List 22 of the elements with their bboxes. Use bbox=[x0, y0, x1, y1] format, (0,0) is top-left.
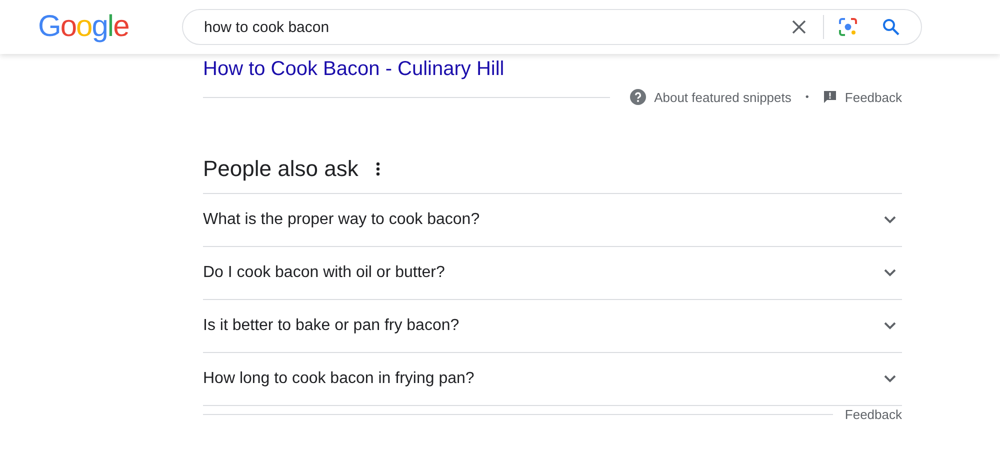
question-item[interactable]: How long to cook bacon in frying pan? bbox=[203, 353, 902, 406]
camera-icon[interactable] bbox=[838, 17, 858, 37]
search-field[interactable]: how to cook bacon bbox=[182, 9, 922, 45]
search-icon[interactable] bbox=[882, 18, 900, 36]
result-link[interactable]: How to Cook Bacon - Culinary Hill bbox=[203, 57, 504, 81]
google-logo[interactable]: Google bbox=[38, 10, 130, 44]
section-heading: People also ask bbox=[203, 156, 358, 182]
question-item[interactable]: Is it better to bake or pan fry bacon? bbox=[203, 300, 902, 353]
chevron-icon bbox=[884, 375, 896, 383]
chevron-icon bbox=[884, 269, 896, 277]
help-icon[interactable] bbox=[630, 89, 646, 105]
more-options-icon[interactable] bbox=[376, 162, 380, 176]
feedback-link[interactable]: Feedback bbox=[844, 406, 902, 422]
feedback-link[interactable]: Feedback bbox=[844, 90, 902, 104]
question-item[interactable]: Do I cook bacon with oil or butter? bbox=[203, 247, 902, 300]
separator-dot: • bbox=[805, 92, 809, 102]
feedback-icon[interactable] bbox=[822, 90, 837, 104]
question-item[interactable]: What is the proper way to cook bacon? bbox=[203, 194, 902, 247]
chevron-icon bbox=[884, 216, 896, 224]
about-snippets-link[interactable]: About featured snippets bbox=[654, 90, 792, 104]
close-icon[interactable] bbox=[791, 19, 807, 35]
chevron-icon bbox=[884, 322, 896, 330]
